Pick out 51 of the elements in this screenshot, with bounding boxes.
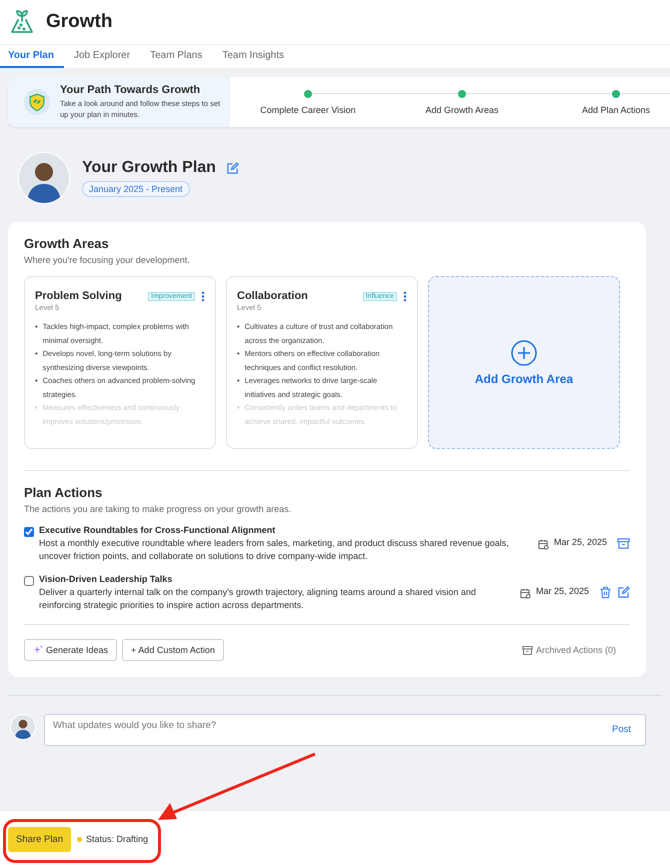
section-title: Growth Areas	[24, 236, 110, 251]
section-subtitle: Where you're focusing your development.	[24, 255, 191, 265]
tab[interactable]: Your Plan	[0, 45, 64, 68]
action-description: Deliver a quarterly internal talk on the company’s growth trajectory, aligning teams around a shared vision and reinforcing strategic priorities to inspire action across departments.	[39, 586, 477, 612]
share-plan-button[interactable]: Share Plan	[8, 826, 72, 852]
section-title: Plan Actions	[24, 485, 104, 500]
archive-icon	[522, 644, 533, 656]
section-subtitle: The actions you are taking to make progress on your growth areas.	[24, 504, 292, 514]
post-button[interactable]: Post	[606, 723, 637, 736]
calendar-icon	[520, 588, 531, 599]
action-description: Host a monthly executive roundtable where leaders from sales, marketing, and product discuss shared revenue goals, uncover friction points, and collaborate on solutions to drive company-wide impact.	[39, 537, 510, 563]
avatar-placeholder	[10, 714, 36, 740]
tab[interactable]: Team Insights	[214, 45, 294, 68]
plan-title: Your Growth Plan	[82, 159, 216, 177]
more-icon[interactable]	[403, 290, 407, 302]
update-input-field[interactable]: What updates would you like to share? Post	[44, 714, 646, 746]
growth-area-card[interactable]	[226, 276, 418, 449]
tab[interactable]: Job Explorer	[66, 45, 140, 68]
generate-ideas-button[interactable]: Generate Ideas	[24, 639, 118, 661]
action-checkbox[interactable]	[24, 576, 34, 586]
date-range-badge: January 2025 - Present	[82, 181, 190, 197]
step-label: Add Growth Areas	[425, 104, 499, 114]
app-title: Growth	[46, 11, 112, 33]
action-title: Vision-Driven Leadership Talks	[39, 574, 174, 584]
status-dot	[77, 836, 82, 842]
action-checkbox[interactable]	[24, 527, 34, 537]
trash-icon[interactable]	[599, 586, 612, 599]
status-text: Status: Drafting	[86, 834, 148, 844]
tab[interactable]: Team Plans	[142, 45, 212, 68]
action-title: Executive Roundtables for Cross-Functional Alignment	[39, 525, 276, 535]
archive-icon[interactable]	[617, 537, 630, 550]
action-date: Mar 25, 2025	[554, 537, 607, 547]
growth-area-title: Collaboration	[237, 290, 309, 302]
add-custom-action-button[interactable]: + Add Custom Action	[122, 639, 224, 661]
more-icon[interactable]	[201, 290, 205, 302]
archived-actions-link[interactable]: Archived Actions (0)	[516, 644, 622, 656]
onboarding-title: Your Path Towards Growth	[60, 84, 202, 96]
growth-area-card[interactable]	[24, 276, 216, 449]
flask-sprout-icon	[8, 8, 36, 36]
edit-icon[interactable]	[226, 162, 239, 174]
edit-icon[interactable]	[617, 586, 630, 599]
sparkle-icon	[33, 645, 43, 655]
add-growth-area-button[interactable]: Add Growth Area	[428, 276, 620, 449]
shield-leaf-icon	[24, 87, 50, 117]
action-date: Mar 25, 2025	[536, 586, 589, 596]
calendar-icon	[538, 539, 549, 550]
plus-circle-icon	[511, 340, 537, 366]
growth-area-title: Problem Solving	[35, 290, 123, 302]
step-label: Add Plan Actions	[582, 104, 650, 114]
avatar-placeholder	[18, 152, 70, 204]
step-label: Complete Career Vision	[260, 104, 356, 114]
